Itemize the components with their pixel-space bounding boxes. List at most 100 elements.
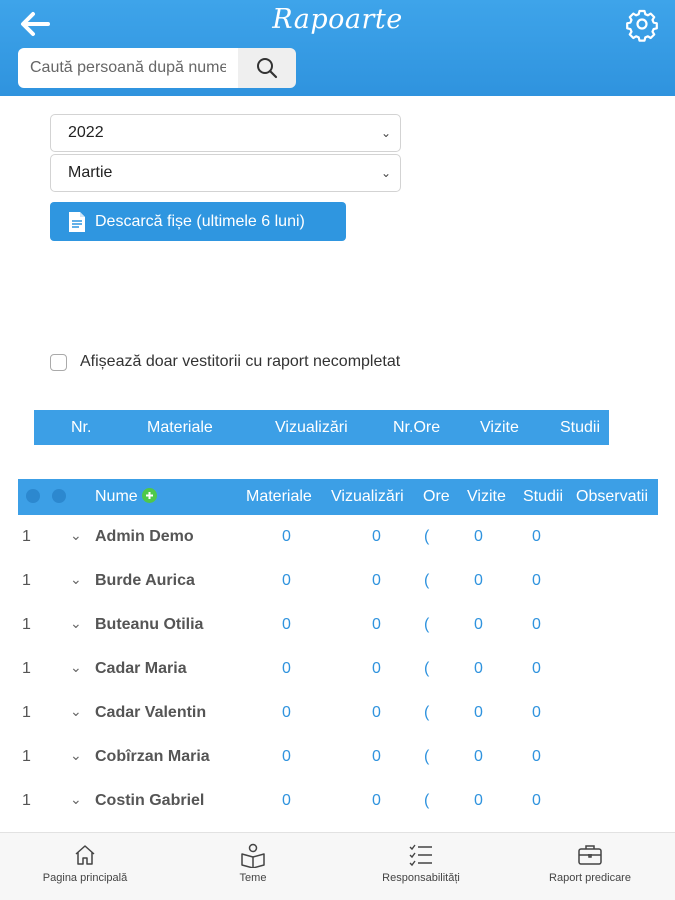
summary-col-materials: Materiale bbox=[147, 419, 213, 436]
tab-home-label: Pagina principală bbox=[42, 872, 128, 884]
row-nr: 1 bbox=[22, 616, 31, 633]
download-sheets-button[interactable]: Descarcă fișe (ultimele 6 luni) bbox=[50, 202, 346, 241]
incomplete-only-label: Afișează doar vestitorii cu raport necom… bbox=[80, 353, 401, 370]
row-hours[interactable]: ( bbox=[424, 616, 429, 634]
expand-all-icon[interactable] bbox=[52, 489, 66, 503]
incomplete-only-checkbox[interactable] bbox=[50, 353, 67, 371]
search-button[interactable] bbox=[238, 48, 296, 88]
reader-icon bbox=[183, 841, 323, 869]
row-materials[interactable]: 0 bbox=[282, 748, 291, 766]
row-hours[interactable]: ( bbox=[424, 792, 429, 810]
row-views[interactable]: 0 bbox=[372, 704, 381, 722]
month-select-value: Martie bbox=[68, 164, 113, 181]
tab-topics-label: Teme bbox=[239, 872, 267, 884]
row-studies[interactable]: 0 bbox=[532, 572, 541, 590]
incomplete-only-filter[interactable]: Afișează doar vestitorii cu raport necom… bbox=[50, 353, 400, 371]
home-icon bbox=[15, 841, 155, 869]
row-visits[interactable]: 0 bbox=[474, 572, 483, 590]
chevron-down-icon[interactable]: ⌄ bbox=[70, 791, 82, 808]
month-select[interactable]: Martie ⌄ bbox=[50, 154, 401, 192]
bottom-tab-bar: Pagina principală Teme Responsabilități … bbox=[0, 832, 675, 900]
column-header-views[interactable]: Vizualizări bbox=[331, 488, 404, 506]
row-materials[interactable]: 0 bbox=[282, 616, 291, 634]
table-row[interactable]: 1 ⌄ Cobîrzan Maria 0 0 ( 0 0 bbox=[18, 735, 658, 779]
row-views[interactable]: 0 bbox=[372, 748, 381, 766]
chevron-down-icon[interactable]: ⌄ bbox=[70, 615, 82, 632]
column-header-name-label: Nume bbox=[95, 488, 138, 505]
chevron-down-icon[interactable]: ⌄ bbox=[70, 659, 82, 676]
column-header-materials[interactable]: Materiale bbox=[246, 488, 312, 506]
chevron-down-icon[interactable]: ⌄ bbox=[70, 527, 82, 544]
tab-responsibilities[interactable]: Responsabilități bbox=[351, 841, 491, 884]
row-studies[interactable]: 0 bbox=[532, 616, 541, 634]
briefcase-icon bbox=[520, 841, 660, 869]
tab-preaching-report-label: Raport predicare bbox=[549, 872, 631, 884]
chevron-down-icon: ⌄ bbox=[380, 126, 391, 140]
row-visits[interactable]: 0 bbox=[474, 704, 483, 722]
app-header: Rapoarte bbox=[0, 0, 675, 96]
row-visits[interactable]: 0 bbox=[474, 528, 483, 546]
row-studies[interactable]: 0 bbox=[532, 748, 541, 766]
row-hours[interactable]: ( bbox=[424, 660, 429, 678]
column-header-studies[interactable]: Studii bbox=[523, 488, 563, 506]
row-materials[interactable]: 0 bbox=[282, 572, 291, 590]
row-studies[interactable]: 0 bbox=[532, 528, 541, 546]
row-nr: 1 bbox=[22, 748, 31, 765]
row-studies[interactable]: 0 bbox=[532, 792, 541, 810]
row-hours[interactable]: ( bbox=[424, 572, 429, 590]
row-hours[interactable]: ( bbox=[424, 528, 429, 546]
summary-col-views: Vizualizări bbox=[275, 419, 348, 436]
document-icon bbox=[69, 211, 85, 232]
table-row[interactable]: 1 ⌄ Buteanu Otilia 0 0 ( 0 0 bbox=[18, 603, 658, 647]
download-sheets-label: Descarcă fișe (ultimele 6 luni) bbox=[95, 212, 305, 230]
row-materials[interactable]: 0 bbox=[282, 704, 291, 722]
table-row[interactable]: 1 ⌄ Admin Demo 0 0 ( 0 0 bbox=[18, 515, 658, 559]
row-materials[interactable]: 0 bbox=[282, 660, 291, 678]
tab-preaching-report[interactable]: Raport predicare bbox=[520, 841, 660, 884]
summary-col-studies: Studii bbox=[560, 419, 601, 436]
summary-bar: Nr. Materiale Vizualizări Nr.Ore Vizite … bbox=[34, 410, 609, 445]
chevron-down-icon[interactable]: ⌄ bbox=[70, 747, 82, 764]
row-views[interactable]: 0 bbox=[372, 572, 381, 590]
row-views[interactable]: 0 bbox=[372, 616, 381, 634]
row-name: Cadar Valentin bbox=[95, 704, 207, 721]
table-row[interactable]: 1 ⌄ Burde Aurica 0 0 ( 0 0 bbox=[18, 559, 658, 603]
search-input[interactable] bbox=[18, 48, 238, 88]
chevron-down-icon[interactable]: ⌄ bbox=[70, 571, 82, 588]
gear-icon[interactable] bbox=[624, 6, 660, 42]
row-hours[interactable]: ( bbox=[424, 748, 429, 766]
row-name: Buteanu Otilia bbox=[95, 616, 204, 633]
column-header-visits[interactable]: Vizite bbox=[467, 488, 506, 506]
table-row[interactable]: 1 ⌄ Cadar Valentin 0 0 ( 0 0 bbox=[18, 691, 658, 735]
collapse-all-icon[interactable] bbox=[26, 489, 40, 503]
row-visits[interactable]: 0 bbox=[474, 660, 483, 678]
row-materials[interactable]: 0 bbox=[282, 528, 291, 546]
row-views[interactable]: 0 bbox=[372, 792, 381, 810]
column-header-hours[interactable]: Ore bbox=[423, 488, 450, 506]
row-materials[interactable]: 0 bbox=[282, 792, 291, 810]
row-visits[interactable]: 0 bbox=[474, 748, 483, 766]
row-views[interactable]: 0 bbox=[372, 660, 381, 678]
column-header-name[interactable]: Nume bbox=[95, 488, 158, 506]
search-bar bbox=[18, 48, 296, 88]
table-row[interactable]: 1 ⌄ Cadar Maria 0 0 ( 0 0 bbox=[18, 647, 658, 691]
column-header-notes[interactable]: Observatii bbox=[576, 488, 648, 506]
row-studies[interactable]: 0 bbox=[532, 660, 541, 678]
row-name: Burde Aurica bbox=[95, 572, 195, 589]
row-hours[interactable]: ( bbox=[424, 704, 429, 722]
table-row[interactable]: 1 ⌄ Costin Gabriel 0 0 ( 0 0 bbox=[18, 779, 658, 823]
tab-topics[interactable]: Teme bbox=[183, 841, 323, 884]
row-visits[interactable]: 0 bbox=[474, 616, 483, 634]
publisher-table: 1 ⌄ Admin Demo 0 0 ( 0 0 1 ⌄ Burde Auric… bbox=[18, 515, 658, 823]
tab-responsibilities-label: Responsabilități bbox=[382, 872, 460, 884]
chevron-down-icon[interactable]: ⌄ bbox=[70, 703, 82, 720]
row-visits[interactable]: 0 bbox=[474, 792, 483, 810]
row-name: Admin Demo bbox=[95, 528, 194, 545]
chevron-down-icon: ⌄ bbox=[380, 166, 391, 180]
year-select[interactable]: 2022 ⌄ bbox=[50, 114, 401, 152]
tab-home[interactable]: Pagina principală bbox=[15, 841, 155, 884]
summary-col-hours: Nr.Ore bbox=[393, 419, 441, 436]
add-person-icon[interactable] bbox=[142, 488, 158, 503]
row-views[interactable]: 0 bbox=[372, 528, 381, 546]
row-studies[interactable]: 0 bbox=[532, 704, 541, 722]
